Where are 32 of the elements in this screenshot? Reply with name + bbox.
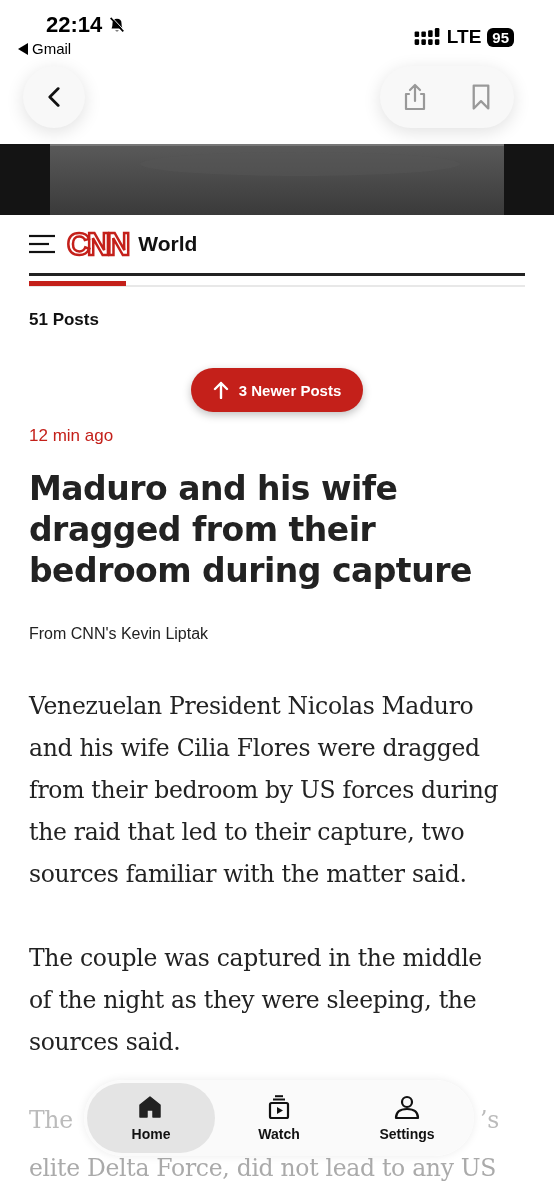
article-paragraph: The couple was captured in the middle of the night as they were sleeping, the sources said. (29, 943, 483, 1058)
byline: From CNN's Kevin Liptak (29, 625, 210, 643)
share-button[interactable] (404, 83, 426, 111)
post-count: 51 Posts (29, 310, 100, 330)
tab[interactable]: Settings (343, 1083, 471, 1153)
video-stack-icon (266, 1094, 292, 1120)
menu-icon[interactable] (29, 234, 55, 254)
logo[interactable]: CNN (67, 229, 131, 259)
signal-icon (412, 28, 441, 46)
bell-muted-icon (108, 16, 127, 34)
tab[interactable]: Watch (215, 1083, 343, 1153)
person-icon (394, 1094, 420, 1120)
bookmark-icon (472, 84, 490, 110)
back-triangle-icon (18, 42, 28, 55)
battery-level: 95 (487, 27, 514, 47)
paragraph-fragment: The (29, 1105, 73, 1136)
bookmark-button[interactable] (472, 84, 490, 110)
share-icon (404, 83, 426, 111)
paragraph-fragment: ’s (480, 1105, 499, 1136)
section-title: World (138, 232, 198, 256)
clock-time: 22:14 (46, 12, 103, 38)
tab[interactable]: Home (87, 1083, 215, 1153)
arrow-up-icon (212, 381, 229, 399)
article-paragraph: Venezuelan President Nicolas Maduro and his wife Cilia Flores were dragged from their bedroom by US forces during the raid that led to their capture, two sources familiar with the matter said. (29, 691, 500, 890)
headline: Maduro and his wife dragged from their bedroom during capture (29, 468, 473, 591)
post-time: 12 min ago (29, 426, 115, 446)
home-icon (138, 1094, 164, 1120)
back-app-link[interactable]: Gmail (32, 40, 72, 57)
network-label: LTE (446, 26, 482, 48)
paragraph-line: elite Delta Force, did not lead to any US (29, 1153, 498, 1183)
newer-posts-button[interactable]: 3 Newer Posts (190, 368, 364, 412)
back-icon (48, 87, 60, 107)
